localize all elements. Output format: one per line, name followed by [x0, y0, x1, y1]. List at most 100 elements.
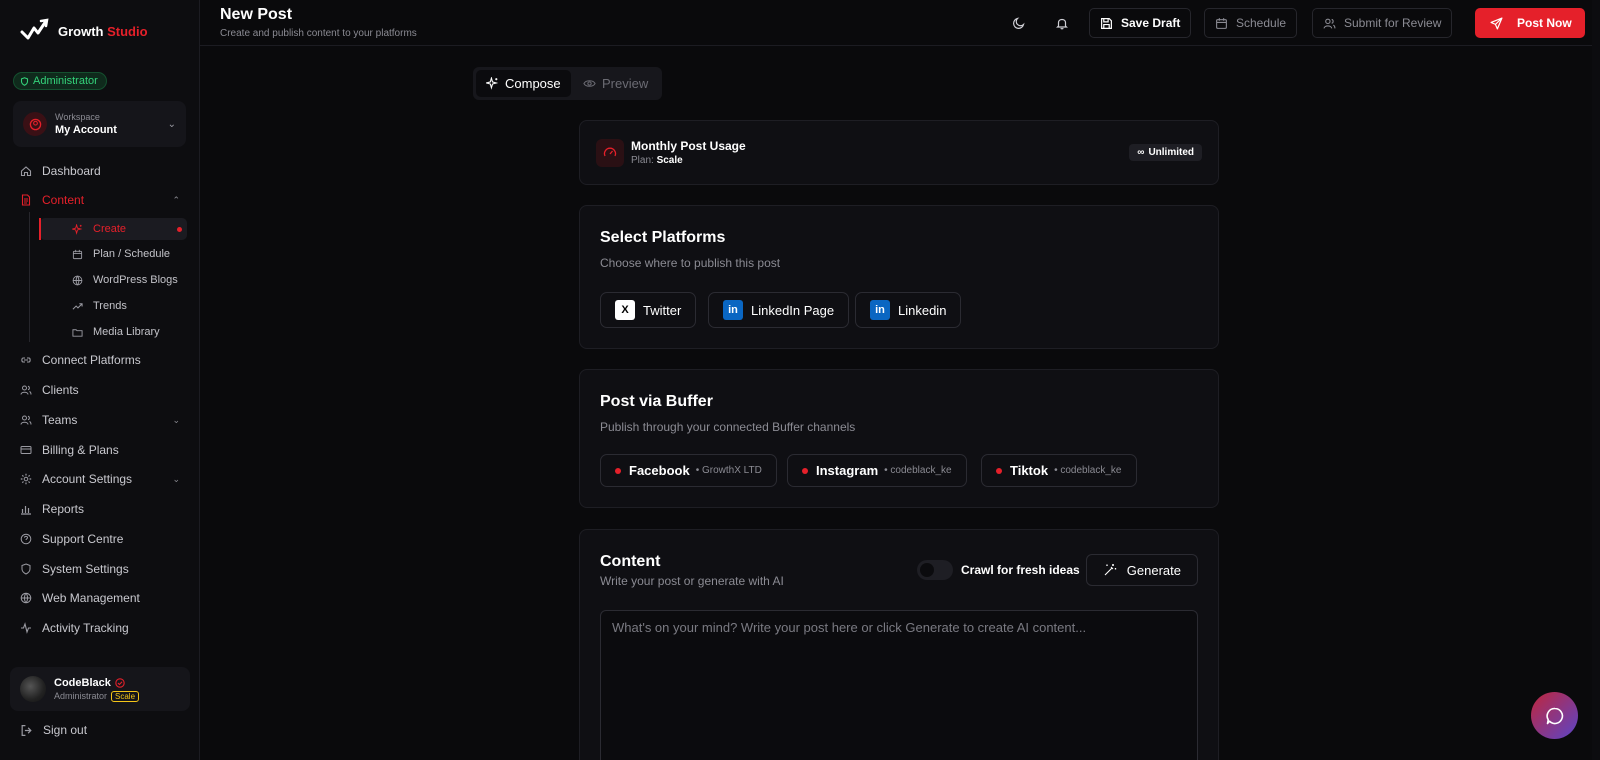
- calendar-icon: [72, 249, 83, 259]
- shield-icon: [20, 76, 29, 86]
- usage-limit-badge: ∞ Unlimited: [1129, 144, 1202, 161]
- post-now-button[interactable]: Post Now: [1475, 8, 1585, 38]
- status-dot: [615, 467, 621, 474]
- chevron-up-icon: ⌃: [172, 194, 180, 205]
- theme-toggle-button[interactable]: [1008, 12, 1030, 34]
- save-icon: [1101, 17, 1112, 29]
- user-card[interactable]: CodeBlack Administrator Scale: [10, 667, 190, 711]
- moon-icon: [1013, 17, 1025, 29]
- avatar: [20, 676, 46, 702]
- sidebar-item-web-management[interactable]: Web Management: [20, 588, 180, 608]
- buffer-channel-tiktok[interactable]: Tiktok • codeblack_ke: [981, 454, 1137, 487]
- compose-preview-tabs: Compose Preview: [473, 67, 662, 100]
- sidebar-item-support-centre[interactable]: Support Centre: [20, 529, 180, 549]
- buffer-channel-instagram[interactable]: Instagram • codeblack_ke: [787, 454, 967, 487]
- sidebar-item-connect-platforms[interactable]: Connect Platforms: [20, 350, 180, 370]
- page-scrollbar[interactable]: [1592, 0, 1600, 760]
- submenu-active-indicator: [39, 218, 41, 240]
- workspace-icon: [23, 112, 47, 136]
- team-icon: [20, 415, 32, 425]
- platform-linkedin-button[interactable]: in Linkedin: [855, 292, 962, 328]
- infinity-icon: ∞: [1137, 147, 1145, 158]
- platform-linkedin-page-button[interactable]: in LinkedIn Page: [708, 292, 850, 328]
- post-content-input[interactable]: [600, 610, 1198, 760]
- sidebar-item-billing-plans[interactable]: Billing & Plans: [20, 440, 180, 460]
- sidebar-subitem-create[interactable]: Create: [72, 219, 182, 239]
- platforms-card: Select Platforms Choose where to publish…: [579, 205, 1219, 349]
- users-icon: [20, 385, 32, 395]
- sidebar-subitem-trends[interactable]: Trends: [72, 296, 182, 316]
- globe-icon: [72, 275, 83, 285]
- workspace-switcher[interactable]: Workspace My Account ⌄: [13, 101, 186, 147]
- buffer-channel-facebook[interactable]: Facebook • GrowthX LTD: [600, 454, 777, 487]
- page-title: New Post: [220, 6, 293, 23]
- platforms-title: Select Platforms: [600, 229, 726, 246]
- home-icon: [20, 166, 32, 177]
- role-badge: Administrator: [13, 72, 107, 90]
- content-subtitle: Write your post or generate with AI: [600, 574, 784, 588]
- chevron-down-icon: ⌄: [172, 414, 180, 425]
- linkedin-logo-icon: in: [870, 300, 890, 320]
- sidebar-item-content[interactable]: Content ⌃: [20, 190, 180, 210]
- sidebar-subitem-wordpress-blogs[interactable]: WordPress Blogs: [72, 270, 182, 290]
- help-icon: [20, 533, 32, 545]
- crawl-toggle[interactable]: [917, 560, 953, 580]
- logout-icon: [21, 724, 32, 736]
- user-name: CodeBlack: [54, 676, 111, 689]
- workspace-label: Workspace: [55, 112, 100, 122]
- bar-chart-icon: [21, 506, 31, 515]
- sidebar-item-account-settings[interactable]: Account Settings ⌄: [20, 469, 180, 489]
- sidebar-item-dashboard[interactable]: Dashboard: [20, 161, 180, 181]
- link-icon: [21, 357, 31, 363]
- card-icon: [20, 446, 32, 454]
- chat-bubble-icon: [1545, 707, 1563, 724]
- sign-out-button[interactable]: Sign out: [20, 723, 87, 737]
- generate-button[interactable]: Generate: [1085, 554, 1198, 586]
- platforms-subtitle: Choose where to publish this post: [600, 256, 781, 270]
- globe-icon: [20, 592, 32, 604]
- document-icon: [21, 194, 31, 206]
- status-dot: [996, 467, 1002, 474]
- verified-icon: [115, 677, 125, 688]
- platform-twitter-button[interactable]: X Twitter: [600, 292, 697, 328]
- app-root: Growth Studio Administrator Workspace My…: [0, 0, 1600, 760]
- sidebar-item-activity-tracking[interactable]: Activity Tracking: [20, 618, 180, 638]
- sidebar: Growth Studio Administrator Workspace My…: [0, 0, 200, 760]
- sidebar-subitem-media-library[interactable]: Media Library: [72, 322, 182, 342]
- eye-icon: [583, 80, 596, 87]
- users-icon: [1323, 18, 1336, 29]
- tab-preview[interactable]: Preview: [573, 70, 658, 97]
- folder-icon: [72, 328, 83, 337]
- buffer-subtitle: Publish through your connected Buffer ch…: [600, 420, 856, 434]
- brand-logo[interactable]: Growth Studio: [20, 18, 148, 44]
- activity-icon: [21, 622, 31, 634]
- top-header: New Post Create and publish content to y…: [200, 0, 1600, 46]
- calendar-icon: [1216, 17, 1227, 29]
- content-card: Content Write your post or generate with…: [579, 529, 1219, 760]
- plan-badge: Scale: [111, 690, 140, 702]
- sidebar-item-clients[interactable]: Clients: [20, 380, 180, 400]
- sidebar-item-system-settings[interactable]: System Settings: [20, 559, 180, 579]
- status-dot: [802, 467, 808, 474]
- bell-icon: [1056, 18, 1068, 30]
- save-draft-button[interactable]: Save Draft: [1089, 8, 1192, 38]
- sidebar-subitem-plan-schedule[interactable]: Plan / Schedule: [72, 244, 182, 264]
- schedule-button[interactable]: Schedule: [1204, 8, 1298, 38]
- tab-compose[interactable]: Compose: [476, 70, 571, 97]
- submenu-line: [29, 212, 30, 342]
- submit-for-review-button[interactable]: Submit for Review: [1312, 8, 1453, 38]
- trend-icon: [72, 302, 83, 310]
- page-subtitle: Create and publish content to your platf…: [220, 28, 417, 39]
- user-role: Administrator: [54, 691, 108, 701]
- brand-name: Growth Studio: [58, 23, 148, 39]
- magic-wand-icon: [1104, 564, 1116, 576]
- linkedin-logo-icon: in: [723, 300, 743, 320]
- sidebar-item-teams[interactable]: Teams ⌄: [20, 410, 180, 430]
- sidebar-item-reports[interactable]: Reports: [20, 499, 180, 519]
- usage-title: Monthly Post Usage: [631, 139, 746, 153]
- chevron-down-icon: ⌄: [167, 118, 176, 130]
- chat-button[interactable]: [1531, 692, 1578, 739]
- notifications-button[interactable]: [1051, 12, 1073, 34]
- buffer-title: Post via Buffer: [600, 393, 713, 410]
- chevron-down-icon: ⌄: [172, 473, 180, 484]
